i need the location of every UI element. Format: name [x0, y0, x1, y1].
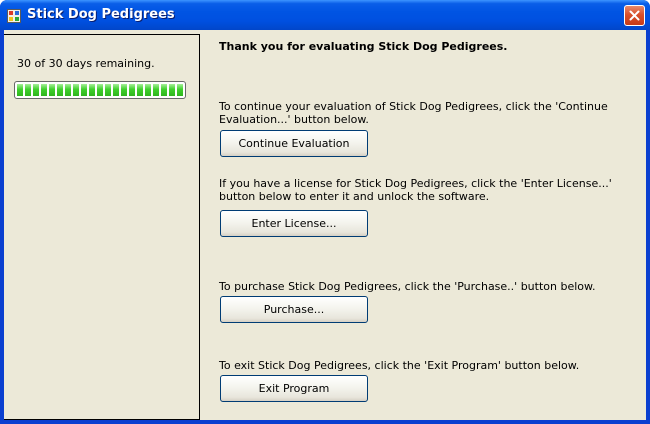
dialog-body: 30 of 30 days remaining. Thank you for e…: [4, 30, 646, 420]
progress-segment: [65, 84, 71, 96]
progress-segment: [41, 84, 47, 96]
purchase-instructions: To purchase Stick Dog Pedigrees, click t…: [219, 280, 596, 293]
progress-segment: [25, 84, 31, 96]
progress-segment: [73, 84, 79, 96]
progress-segment: [105, 84, 111, 96]
progress-segment: [169, 84, 175, 96]
exit-instructions: To exit Stick Dog Pedigrees, click the '…: [219, 359, 580, 372]
progress-segment: [49, 84, 55, 96]
progress-segment: [89, 84, 95, 96]
purchase-button[interactable]: Purchase...: [220, 296, 368, 323]
continue-evaluation-button[interactable]: Continue Evaluation: [220, 130, 368, 157]
progress-segment: [97, 84, 103, 96]
progress-segment: [17, 84, 23, 96]
title-bar[interactable]: Stick Dog Pedigrees: [0, 0, 650, 30]
progress-fill: [17, 84, 183, 96]
close-icon: [629, 10, 640, 21]
progress-segment: [145, 84, 151, 96]
page-heading: Thank you for evaluating Stick Dog Pedig…: [219, 40, 508, 53]
app-icon[interactable]: [7, 8, 21, 23]
app-window: Stick Dog Pedigrees 30 of 30 days remain…: [0, 0, 650, 424]
trial-status-panel: 30 of 30 days remaining.: [4, 34, 200, 420]
continue-instructions: To continue your evaluation of Stick Dog…: [219, 100, 608, 126]
enter-license-button[interactable]: Enter License...: [220, 210, 368, 237]
progress-segment: [137, 84, 143, 96]
progress-segment: [177, 84, 183, 96]
exit-program-button[interactable]: Exit Program: [220, 375, 368, 402]
progress-segment: [161, 84, 167, 96]
close-button[interactable]: [624, 5, 645, 26]
progress-segment: [81, 84, 87, 96]
progress-segment: [33, 84, 39, 96]
days-remaining-label: 30 of 30 days remaining.: [17, 57, 155, 70]
progress-segment: [129, 84, 135, 96]
progress-segment: [57, 84, 63, 96]
progress-segment: [113, 84, 119, 96]
progress-segment: [121, 84, 127, 96]
window-title: Stick Dog Pedigrees: [27, 7, 175, 22]
progress-segment: [153, 84, 159, 96]
trial-progress-bar: [14, 81, 186, 99]
license-instructions: If you have a license for Stick Dog Pedi…: [219, 177, 612, 203]
